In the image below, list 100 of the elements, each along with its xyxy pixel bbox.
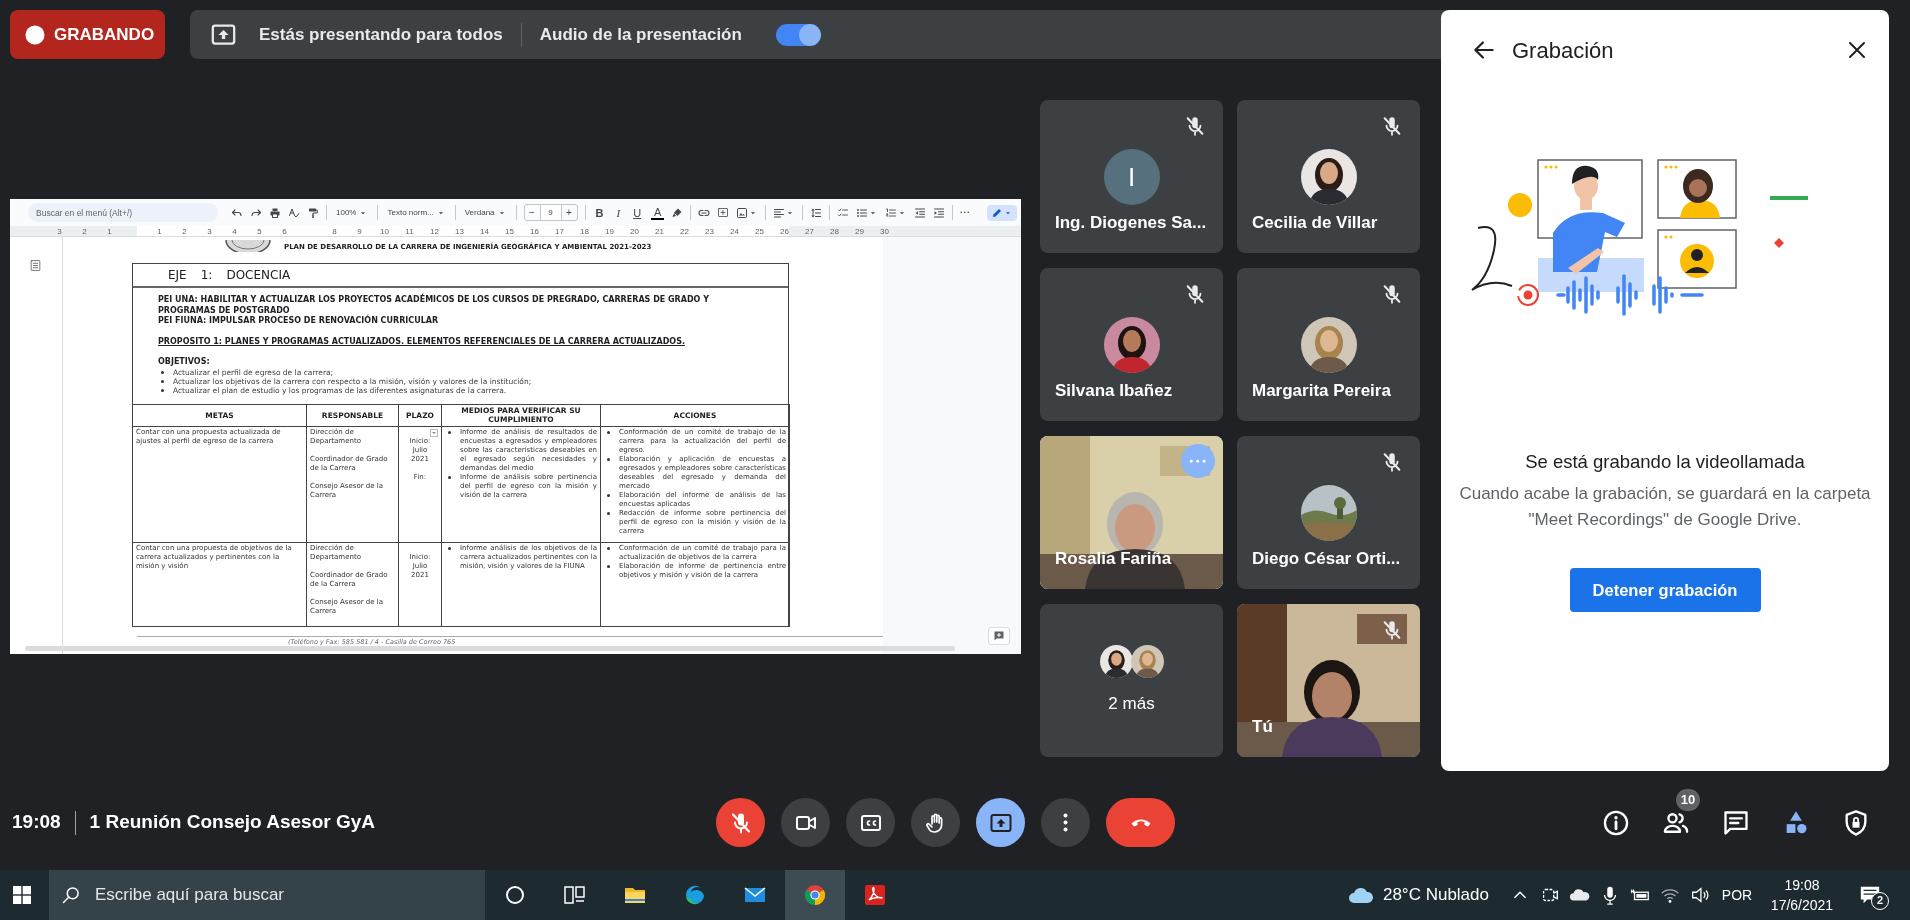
ruler-number: 28 [829, 226, 840, 236]
zoom-dropdown[interactable]: 100% [334, 206, 371, 219]
ruler-number: 21 [654, 226, 665, 236]
participant-tile[interactable]: Margarita Pereira [1237, 268, 1420, 421]
panel-heading: Se está grabando la videollamada [1524, 450, 1806, 474]
participant-name: Silvana Ibañez [1055, 380, 1174, 402]
spellcheck-icon[interactable] [288, 206, 300, 219]
info-icon[interactable] [1602, 808, 1630, 837]
weather-text: 28°C Nublado [1382, 884, 1489, 907]
search-icon [61, 885, 81, 905]
ruler-number: 1 [156, 226, 163, 236]
format-button[interactable]: I [613, 206, 624, 219]
camera-button[interactable] [781, 798, 830, 847]
ruler-number: 3 [206, 226, 213, 236]
record-dot-icon [25, 24, 45, 45]
ruler-number: 26 [779, 226, 790, 236]
more-options-button[interactable] [1041, 798, 1090, 847]
format-button[interactable]: B [592, 206, 607, 219]
ruler-number: 12 [429, 226, 440, 236]
ruler-number: 27 [804, 226, 815, 236]
more-icon[interactable] [960, 211, 970, 214]
taskbar-search-field[interactable]: Escribe aquí para buscar [49, 870, 485, 920]
ruler-number: 9 [356, 226, 363, 236]
ruler-number: 19 [604, 226, 615, 236]
cortana-circle-icon[interactable] [503, 883, 527, 907]
clock-date[interactable]: 17/6/2021 [1759, 895, 1845, 915]
bullet-icon [161, 370, 164, 374]
bullet-icon [607, 430, 610, 434]
ruler-number: 13 [454, 226, 465, 236]
bullet-icon [607, 546, 610, 550]
task-view-icon[interactable] [563, 883, 587, 907]
leave-call-button[interactable] [1106, 798, 1175, 847]
menu-search-field[interactable]: Buscar en el menú (Alt+/) [28, 203, 218, 222]
checklist-icon[interactable] [837, 206, 850, 219]
bullet-icon [448, 430, 451, 434]
comment-icon[interactable] [717, 206, 730, 219]
bullet-icon [161, 379, 164, 383]
highlighter-icon[interactable] [671, 206, 684, 219]
presenting-message: Estás presentando para todos [259, 23, 503, 46]
microphone-button[interactable] [716, 798, 765, 847]
participant-tile[interactable]: Rosalia Fariña [1040, 436, 1223, 589]
format-button[interactable]: A [651, 205, 665, 220]
participant-tile[interactable]: 2 más [1040, 604, 1223, 757]
captions-button[interactable] [846, 798, 895, 847]
active-app-button[interactable] [785, 870, 845, 920]
bullet-icon [161, 388, 164, 392]
participant-tile[interactable]: Silvana Ibañez [1040, 268, 1223, 421]
speaker-icon[interactable] [1689, 884, 1711, 906]
decrease-indent-icon[interactable] [914, 206, 927, 219]
ruler-number: 14 [479, 226, 490, 236]
style-dropdown[interactable]: Texto norm... [385, 206, 448, 219]
ruler-number: 22 [679, 226, 690, 236]
increase-size-button[interactable]: + [561, 205, 577, 220]
audio-toggle[interactable] [775, 23, 818, 46]
paint-format-icon[interactable] [307, 206, 319, 219]
participant-tile[interactable]: Diego César Orti... [1237, 436, 1420, 589]
audio-label: Audio de la presentación [539, 23, 742, 46]
present-screen-button[interactable] [976, 798, 1025, 847]
numbered-list-icon[interactable] [885, 206, 898, 219]
raise-hand-button[interactable] [911, 798, 960, 847]
outline-icon[interactable] [29, 259, 42, 272]
participant-tile[interactable]: Cecilia de Villar [1237, 100, 1420, 253]
decrease-size-button[interactable]: − [524, 205, 540, 220]
participant-tile[interactable]: I Ing. Diogenes Sa... [1040, 100, 1223, 253]
increase-indent-icon[interactable] [933, 206, 946, 219]
print-icon[interactable] [269, 206, 281, 219]
ruler-number: 5 [256, 226, 263, 236]
ruler-number: 24 [729, 226, 740, 236]
line-spacing-icon[interactable] [810, 206, 823, 219]
horizontal-scrollbar[interactable] [25, 646, 955, 651]
stop-recording-button[interactable]: Detener grabación [1569, 568, 1761, 612]
meeting-title: 1 Reunión Consejo Asesor GyA [89, 810, 376, 835]
recording-label: GRABANDO [54, 23, 155, 46]
pencil-icon [990, 206, 1003, 219]
editing-mode-button[interactable] [986, 204, 1017, 221]
leave-call-icon [1130, 817, 1151, 828]
present-screen-icon [210, 21, 237, 48]
font-size-field[interactable]: 9 [539, 205, 562, 220]
add-comment-button[interactable] [988, 627, 1010, 645]
ruler-number: 4 [231, 226, 238, 236]
image-icon[interactable] [736, 206, 749, 219]
format-button[interactable]: U [630, 206, 645, 219]
bullet-icon [607, 493, 610, 497]
edge-browser-icon[interactable] [683, 883, 707, 907]
participant-name: Margarita Pereira [1252, 380, 1392, 402]
participant-tile[interactable]: Tú [1237, 604, 1420, 757]
bulleted-list-icon[interactable] [856, 206, 869, 219]
dropdown-icon[interactable] [430, 428, 438, 437]
ruler-number: 2 [81, 226, 88, 236]
comment-plus-icon [993, 630, 1005, 642]
language-indicator[interactable]: POR [1715, 884, 1759, 906]
clock-time[interactable]: 19:08 [1759, 875, 1845, 895]
meeting-time: 19:08 [12, 810, 61, 835]
bullet-icon [448, 546, 451, 550]
pdf-reader-icon[interactable] [863, 883, 887, 907]
windows-logo-icon[interactable] [13, 886, 31, 904]
chat-icon[interactable] [1722, 808, 1750, 837]
font-dropdown[interactable]: Verdana [462, 206, 509, 219]
ruler-number: 18 [579, 226, 590, 236]
align-left-icon[interactable] [773, 206, 786, 219]
